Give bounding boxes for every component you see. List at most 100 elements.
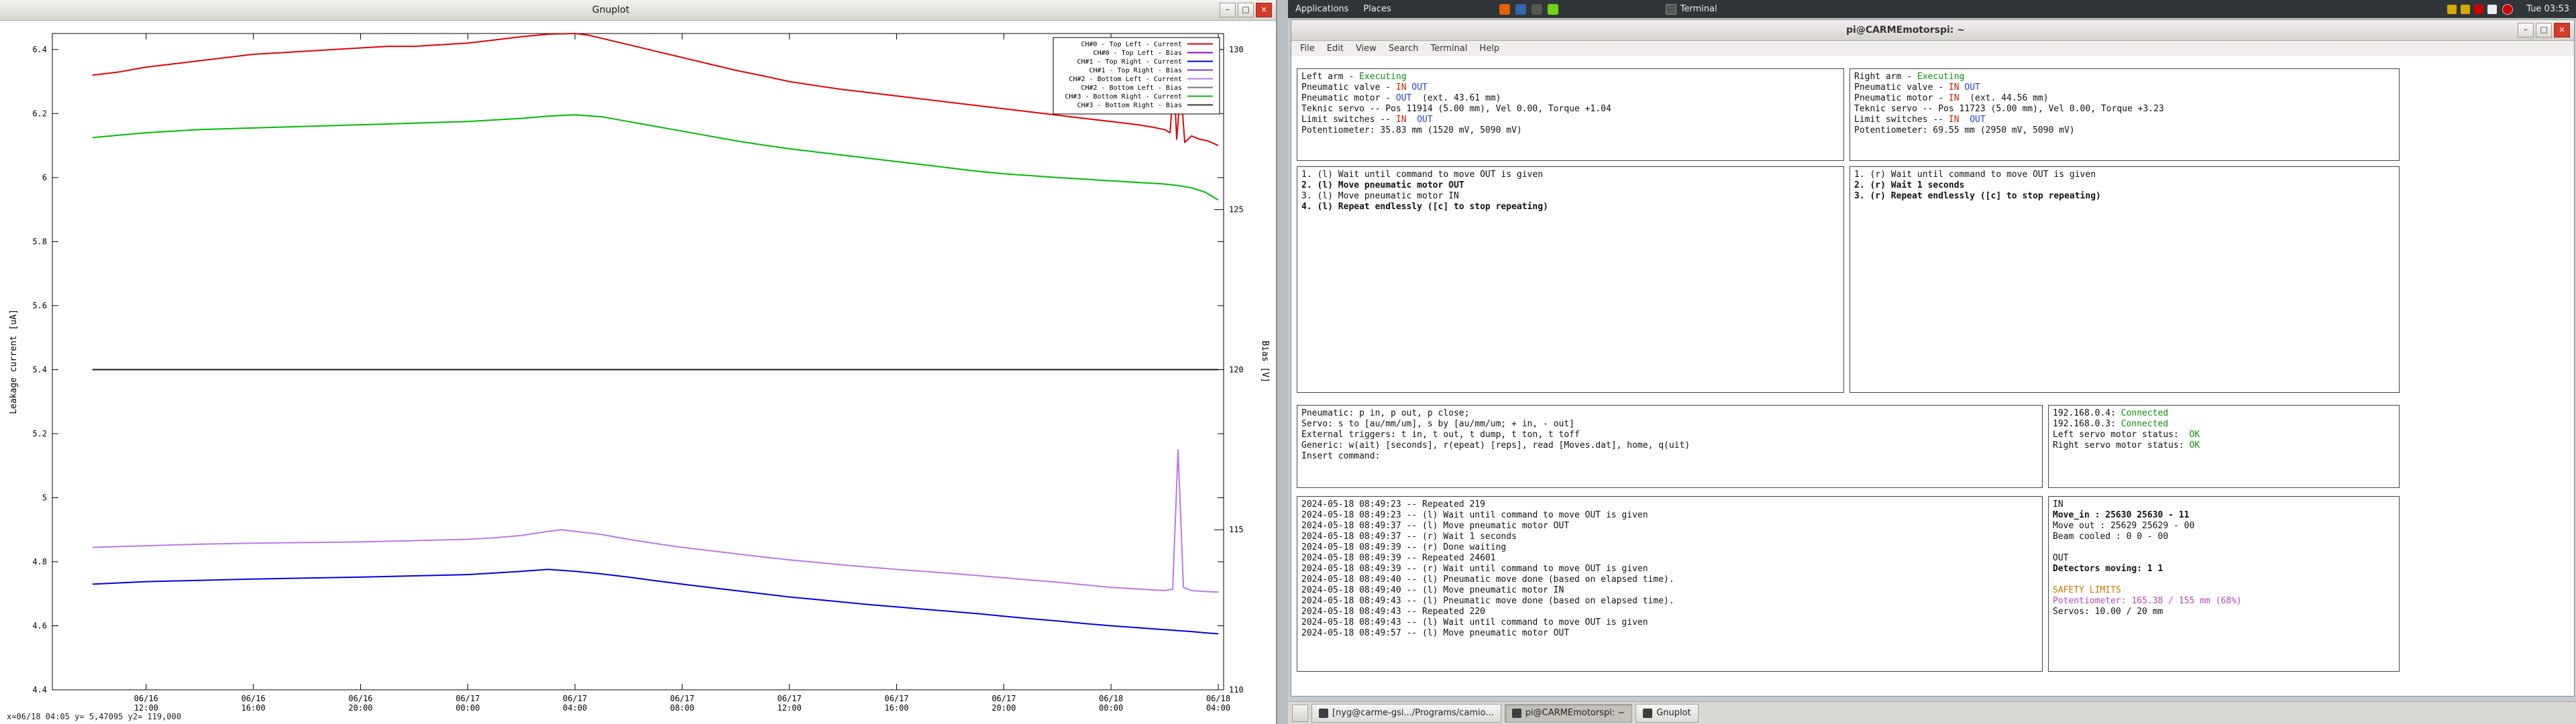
right-arm-status-pane: Right arm - ExecutingPneumatic valve - I…	[1849, 68, 2400, 161]
menu-help[interactable]: Help	[1473, 41, 1505, 57]
launcher-terminal-icon[interactable]	[1532, 4, 1542, 15]
x-tick-date: 06/16	[348, 694, 372, 703]
terminal-line: Teknic servo -- Pos 11723 (5.00 mm), Vel…	[1854, 104, 2395, 115]
terminal-window-title: pi@CARMEmotorspi: ~	[1295, 25, 2516, 36]
menu-terminal[interactable]: Terminal	[1424, 41, 1473, 57]
gnuplot-window-title: Gnuplot	[4, 5, 1218, 15]
launcher-browser-icon[interactable]	[1499, 4, 1510, 15]
window-icon	[1643, 709, 1652, 718]
x-tick-date: 06/18	[1206, 694, 1230, 703]
taskbar-button[interactable]: Gnuplot	[1635, 704, 1698, 723]
panel-clock[interactable]: Tue 03:53	[2520, 4, 2576, 14]
terminal-line: 2024-05-18 08:49:40 -- (l) Move pneumati…	[1301, 585, 2038, 596]
x-tick-time: 00:00	[455, 703, 480, 713]
terminal-line	[2053, 542, 2395, 553]
window-list: [nyg@carme-gsi.../Programs/camio...pi@CA…	[1311, 704, 1699, 723]
menu-edit[interactable]: Edit	[1321, 41, 1350, 57]
terminal-line: 2024-05-18 08:49:23 -- (l) Wait until co…	[1301, 510, 2038, 521]
terminal-line: 4. (l) Repeat endlessly ([c] to stop rep…	[1301, 202, 1839, 213]
show-desktop-icon[interactable]	[1292, 705, 1308, 722]
terminal-line: 2024-05-18 08:49:43 -- (l) Wait until co…	[1301, 617, 2038, 628]
terminal-line: Pneumatic valve - IN OUT	[1301, 82, 1839, 93]
menu-file[interactable]: File	[1294, 41, 1321, 57]
window-icon	[1319, 709, 1328, 718]
applications-menu[interactable]: Applications	[1288, 0, 1356, 18]
minimize-button[interactable]: –	[2518, 23, 2534, 38]
launcher-files-icon[interactable]	[1515, 4, 1526, 15]
close-button[interactable]: ×	[1256, 3, 1272, 17]
taskbar: [nyg@carme-gsi.../Programs/camio...pi@CA…	[1288, 701, 2576, 724]
terminal-line: Left arm - Executing	[1301, 72, 1839, 82]
close-button[interactable]: ×	[2554, 23, 2570, 38]
legend-label: CH#3 - Bottom Right - Bias	[1077, 102, 1182, 109]
x-tick-time: 08:00	[670, 703, 694, 713]
terminal-line: Potentiometer: 165.38 / 155 mm (68%)	[2053, 596, 2395, 607]
x-tick-time: 04:00	[563, 703, 587, 713]
terminal-content[interactable]: Left arm - ExecutingPneumatic valve - IN…	[1291, 56, 2574, 696]
series-line	[93, 115, 1218, 200]
desktop: Gnuplot – □ × 4.44.64.855.25.45.65.866.2…	[0, 0, 2576, 724]
focused-app-indicator[interactable]: Terminal	[1666, 4, 1717, 15]
plot-canvas[interactable]: 4.44.64.855.25.45.65.866.26.411011512012…	[0, 20, 1276, 721]
x-tick-date: 06/16	[134, 694, 158, 703]
terminal-line: Beam cooled : 0 0 - 00	[2053, 532, 2395, 542]
volume-indicator-icon[interactable]	[2487, 5, 2497, 14]
top-panel: Applications Places Terminal Tue 03:53	[1288, 0, 2576, 18]
legend-label: CH#0 - Top Left - Bias	[1093, 50, 1182, 57]
terminal-line: 2024-05-18 08:49:37 -- (r) Wait 1 second…	[1301, 532, 2038, 542]
terminal-line: 192.168.0.3: Connected	[2053, 419, 2395, 430]
terminal-line: SAFETY LIMITS	[2053, 585, 2395, 596]
terminal-line: Move out : 25629 25629 - 00	[2053, 521, 2395, 532]
x-tick-date: 06/17	[563, 694, 587, 703]
terminal-line: 2024-05-18 08:49:37 -- (l) Move pneumati…	[1301, 521, 2038, 532]
command-help-pane[interactable]: Pneumatic: p in, p out, p close;Servo: s…	[1297, 405, 2043, 488]
x-tick-date: 06/18	[1099, 694, 1123, 703]
terminal-line: Pneumatic motor - OUT (ext. 43.61 mm)	[1301, 93, 1839, 104]
terminal-line: 2. (l) Move pneumatic motor OUT	[1301, 180, 1839, 191]
indicator-2-icon[interactable]	[2461, 5, 2470, 14]
x-tick-time: 20:00	[348, 703, 372, 713]
maximize-button[interactable]: □	[1238, 3, 1254, 17]
legend-label: CH#0 - Top Left - Current	[1081, 41, 1182, 48]
plot-border	[52, 34, 1224, 690]
gnuplot-titlebar[interactable]: Gnuplot – □ ×	[0, 0, 1276, 21]
terminal-titlebar[interactable]: pi@CARMEmotorspi: ~ – □ ×	[1291, 20, 2574, 41]
terminal-line: 2024-05-18 08:49:39 -- (r) Done waiting	[1301, 542, 2038, 553]
maximize-button[interactable]: □	[2536, 23, 2552, 38]
left-arm-program-pane: 1. (l) Wait until command to move OUT is…	[1297, 166, 1844, 393]
left-arm-status-pane: Left arm - ExecutingPneumatic valve - IN…	[1297, 68, 1844, 161]
x-tick-time: 16:00	[884, 703, 908, 713]
terminal-line: OUT	[2053, 553, 2395, 564]
x-tick-time: 04:00	[1206, 703, 1230, 713]
terminal-line: Left servo motor status: OK	[2053, 430, 2395, 440]
menu-search[interactable]: Search	[1383, 41, 1425, 57]
panel-launchers	[1499, 4, 1558, 15]
taskbar-button[interactable]: pi@CARMEmotorspi: ~	[1505, 704, 1632, 723]
x-tick-time: 12:00	[777, 703, 802, 713]
series-line	[93, 34, 1218, 145]
terminal-line: 192.168.0.4: Connected	[2053, 408, 2395, 419]
terminal-line: Pneumatic valve - IN OUT	[1854, 82, 2395, 93]
places-menu[interactable]: Places	[1356, 0, 1398, 18]
gnuplot-window: Gnuplot – □ × 4.44.64.855.25.45.65.866.2…	[0, 0, 1277, 724]
x-tick-time: 00:00	[1099, 703, 1123, 713]
indicator-3-icon[interactable]	[2474, 5, 2483, 14]
terminal-line: 2024-05-18 08:49:43 -- Repeated 220	[1301, 607, 2038, 617]
legend-label: CH#1 - Top Right - Bias	[1089, 67, 1182, 74]
io-safety-pane: INMove_in : 25630 25630 - 11Move out : 2…	[2048, 496, 2400, 672]
taskbar-button-label: Gnuplot	[1656, 708, 1690, 718]
menu-view[interactable]: View	[1350, 41, 1383, 57]
network-status-pane: 192.168.0.4: Connected192.168.0.3: Conne…	[2048, 405, 2400, 488]
y-tick-label: 4.8	[32, 557, 47, 566]
y2-tick-label: 110	[1229, 685, 1244, 695]
terminal-line: Servos: 10.00 / 20 mm	[2053, 607, 2395, 617]
indicator-1-icon[interactable]	[2447, 5, 2457, 14]
terminal-line: 2024-05-18 08:49:39 -- (r) Wait until co…	[1301, 564, 2038, 575]
launcher-monitor-icon[interactable]	[1548, 4, 1558, 15]
taskbar-button[interactable]: [nyg@carme-gsi.../Programs/camio...	[1311, 704, 1501, 723]
terminal-line: 2024-05-18 08:49:43 -- (l) Pneumatic mov…	[1301, 596, 2038, 607]
power-icon[interactable]	[2502, 4, 2513, 15]
y2-tick-label: 120	[1229, 365, 1244, 374]
legend-label: CH#2 - Bottom Left - Bias	[1081, 84, 1182, 92]
minimize-button[interactable]: –	[1220, 3, 1236, 17]
